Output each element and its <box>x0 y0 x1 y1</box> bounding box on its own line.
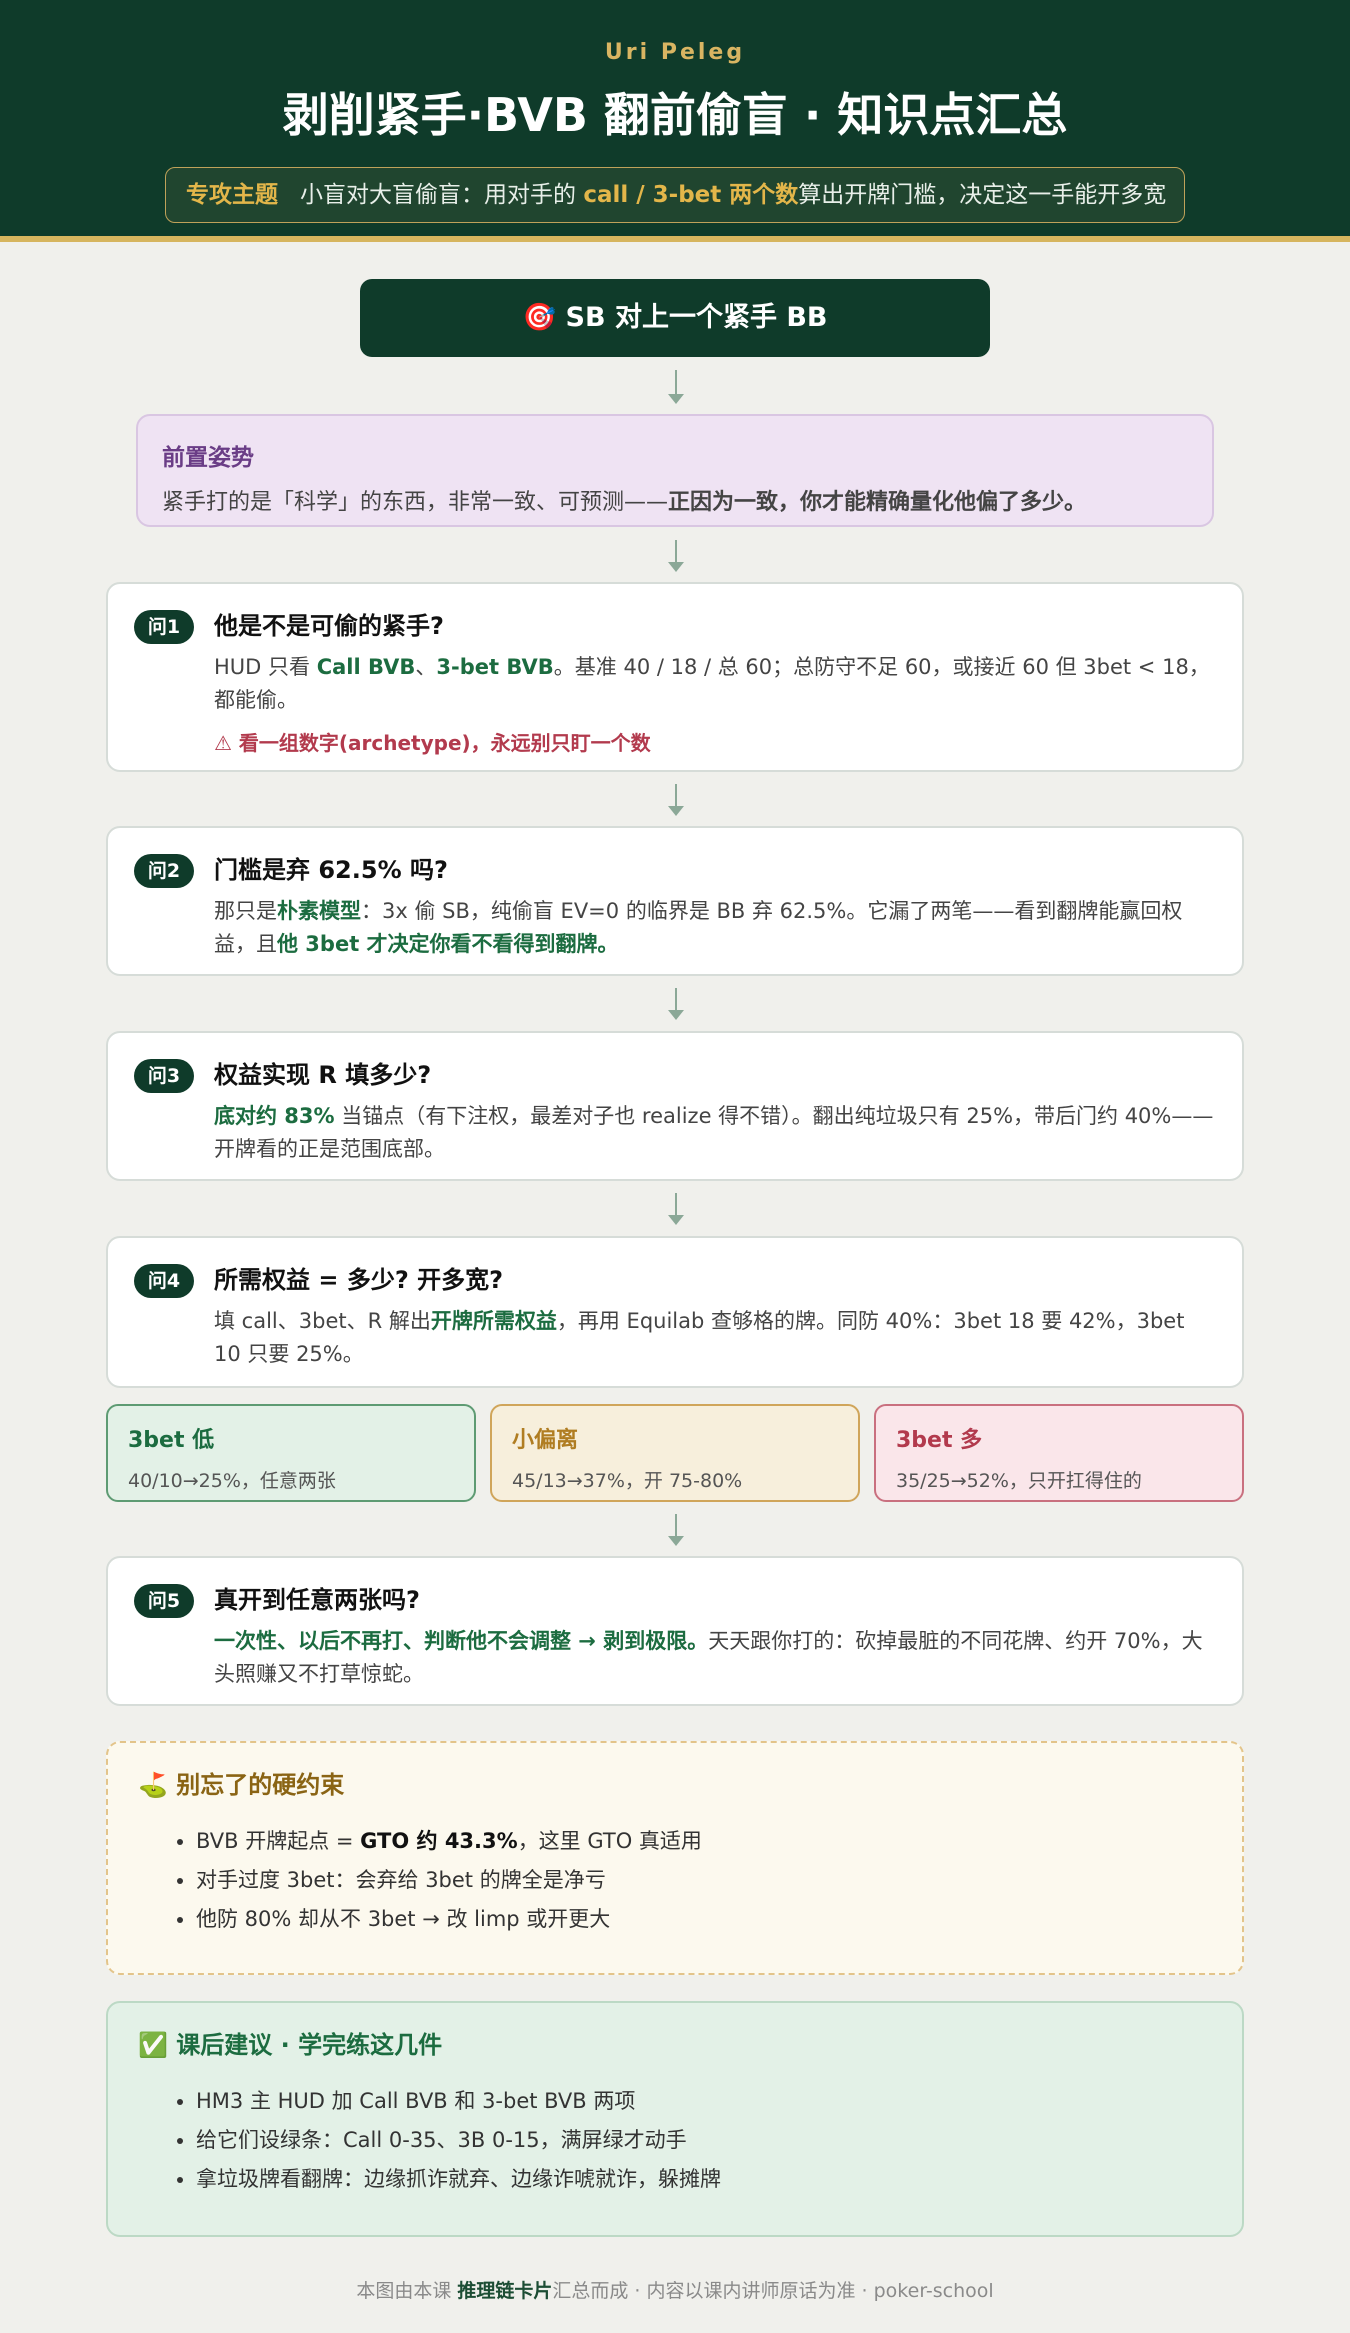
list-item: 对手过度 3bet：会弃给 3bet 的牌全是净亏 <box>196 1861 1212 1900</box>
premise-heading: 前置姿势 <box>162 445 254 471</box>
topic-text-post: 算出开牌门槛，决定这一手能开多宽 <box>798 182 1167 208</box>
premise-text: 紧手打的是「科学」的东西，非常一致、可预测——正因为一致，你才能精确量化他偏了多… <box>162 490 1087 515</box>
question-text: 填 call、3bet、R 解出开牌所需权益，再用 Equilab 查够格的牌。… <box>214 1309 1185 1366</box>
question-badge: 问2 <box>134 854 194 888</box>
warning-note: ⚠ 看一组数字(archetype)，永远别只盯一个数 <box>214 731 651 755</box>
constraints-heading: ⛳ 别忘了的硬约束 <box>138 1771 345 1799</box>
question-title: 真开到任意两张吗? <box>214 1586 420 1614</box>
question-title: 权益实现 R 填多少? <box>214 1061 432 1089</box>
homework-list: HM3 主 HUD 加 Call BVB 和 3-bet BVB 两项 给它们设… <box>138 2082 1212 2199</box>
scenario-card-small-deviation: 小偏离 45/13→37%，开 75-80% <box>490 1404 860 1502</box>
question-card-2: 问2 门槛是弃 62.5% 吗? 那只是朴素模型：3x 偷 SB，纯偷盲 EV=… <box>106 826 1244 976</box>
footer: 本图由本课 推理链卡片汇总而成 · 内容以课内讲师原话为准 · poker-sc… <box>356 2280 994 2302</box>
header: Uri Peleg 剥削紧手·BVB 翻前偷盲 · 知识点汇总 专攻主题 小盲对大… <box>0 0 1350 242</box>
topic-highlight: call / 3-bet 两个数 <box>583 182 799 208</box>
premise-card: 前置姿势 紧手打的是「科学」的东西，非常一致、可预测——正因为一致，你才能精确量… <box>136 414 1214 527</box>
question-card-1: 问1 他是不是可偷的紧手? HUD 只看 Call BVB、3-bet BVB。… <box>106 582 1244 772</box>
question-card-3: 问3 权益实现 R 填多少? 底对约 83% 当锚点（有下注权，最差对子也 re… <box>106 1031 1244 1181</box>
question-badge: 问3 <box>134 1059 194 1093</box>
list-item: HM3 主 HUD 加 Call BVB 和 3-bet BVB 两项 <box>196 2082 1212 2121</box>
constraints-box: ⛳ 别忘了的硬约束 BVB 开牌起点 = GTO 约 43.3%，这里 GTO … <box>106 1741 1244 1975</box>
question-badge: 问4 <box>134 1264 194 1298</box>
question-title: 所需权益 = 多少? 开多宽? <box>214 1266 504 1294</box>
flow-arrow <box>668 1514 684 1546</box>
question-text: 底对约 83% 当锚点（有下注权，最差对子也 realize 得不错）。翻出纯垃… <box>214 1104 1214 1161</box>
homework-box: ✅ 课后建议 · 学完练这几件 HM3 主 HUD 加 Call BVB 和 3… <box>106 2001 1244 2237</box>
scenario-title: 3bet 多 <box>896 1428 983 1453</box>
question-card-4: 问4 所需权益 = 多少? 开多宽? 填 call、3bet、R 解出开牌所需权… <box>106 1236 1244 1388</box>
question-text: 那只是朴素模型：3x 偷 SB，纯偷盲 EV=0 的临界是 BB 弃 62.5%… <box>214 899 1183 956</box>
question-badge: 问1 <box>134 610 194 644</box>
flow-arrow <box>668 370 684 404</box>
list-item: BVB 开牌起点 = GTO 约 43.3%，这里 GTO 真适用 <box>196 1822 1212 1861</box>
scenario-text: 40/10→25%，任意两张 <box>128 1470 336 1492</box>
scenario-card-low-3bet: 3bet 低 40/10→25%，任意两张 <box>106 1404 476 1502</box>
homework-heading: ✅ 课后建议 · 学完练这几件 <box>138 2031 443 2059</box>
question-text: 一次性、以后不再打、判断他不会调整 → 剥到极限。天天跟你打的：砍掉最脏的不同花… <box>214 1629 1203 1686</box>
question-title: 门槛是弃 62.5% 吗? <box>214 856 448 884</box>
list-item: 他防 80% 却从不 3bet → 改 limp 或开更大 <box>196 1900 1212 1939</box>
topic-label: 专攻主题 <box>186 182 278 208</box>
list-item: 拿垃圾牌看翻牌：边缘抓诈就弃、边缘诈唬就诈，躲摊牌 <box>196 2160 1212 2199</box>
question-card-5: 问5 真开到任意两张吗? 一次性、以后不再打、判断他不会调整 → 剥到极限。天天… <box>106 1556 1244 1706</box>
target-icon: 🎯 <box>522 302 557 333</box>
constraints-list: BVB 开牌起点 = GTO 约 43.3%，这里 GTO 真适用 对手过度 3… <box>138 1822 1212 1939</box>
question-title: 他是不是可偷的紧手? <box>214 612 444 640</box>
scenario-card-high-3bet: 3bet 多 35/25→52%，只开扛得住的 <box>874 1404 1244 1502</box>
scenario-title: 小偏离 <box>512 1428 579 1453</box>
flow-arrow <box>668 784 684 816</box>
page-title: 剥削紧手·BVB 翻前偷盲 · 知识点汇总 <box>282 88 1068 142</box>
scenario-text: 35/25→52%，只开扛得住的 <box>896 1470 1142 1492</box>
question-text: HUD 只看 Call BVB、3-bet BVB。基准 40 / 18 / 总… <box>214 655 1210 712</box>
scenario-title: 3bet 低 <box>128 1428 215 1453</box>
question-badge: 问5 <box>134 1584 194 1618</box>
scenario-text: 45/13→37%，开 75-80% <box>512 1470 743 1492</box>
flag-icon: ⛳ <box>138 1771 168 1799</box>
start-label: SB 对上一个紧手 BB <box>565 302 828 333</box>
list-item: 给它们设绿条：Call 0-35、3B 0-15，满屏绿才动手 <box>196 2121 1212 2160</box>
flow-arrow <box>668 1193 684 1225</box>
topic-banner: 专攻主题 小盲对大盲偷盲：用对手的 call / 3-bet 两个数算出开牌门槛，… <box>165 167 1185 223</box>
topic-text-pre: 小盲对大盲偷盲：用对手的 <box>300 182 584 208</box>
start-node: 🎯 SB 对上一个紧手 BB <box>360 279 990 357</box>
flow-arrow <box>668 540 684 572</box>
author-name: Uri Peleg <box>604 40 746 65</box>
check-icon: ✅ <box>138 2031 168 2059</box>
flow-arrow <box>668 988 684 1020</box>
